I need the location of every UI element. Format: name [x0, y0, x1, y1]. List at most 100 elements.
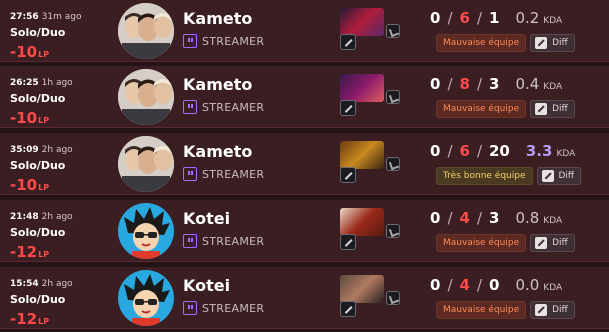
champion-icon[interactable] — [340, 275, 384, 303]
match-row[interactable]: 27:56 31m ago Solo/Duo -10LP Kameto STREA… — [0, 0, 609, 62]
avatar[interactable] — [118, 136, 174, 192]
queue-type: Solo/Duo — [10, 92, 66, 105]
team-rating-badge[interactable]: Mauvaise équipe — [436, 100, 527, 118]
lp-unit: LP — [38, 250, 50, 259]
match-time-ago: 2h ago — [41, 145, 73, 155]
player-info: Kameto STREAMER — [183, 142, 264, 181]
diff-button[interactable]: Diff — [530, 234, 575, 252]
deaths: 6 — [459, 142, 470, 160]
diff-label: Diff — [552, 104, 568, 114]
twitch-icon — [183, 34, 197, 48]
player-name[interactable]: Kameto — [183, 75, 264, 94]
streamer-badge[interactable]: STREAMER — [183, 301, 264, 315]
champion-block — [340, 141, 400, 187]
match-duration: 15:54 — [10, 279, 39, 289]
avatar[interactable] — [118, 69, 174, 125]
diff-button[interactable]: Diff — [530, 301, 575, 319]
queue-type: Solo/Duo — [10, 159, 66, 172]
diff-label: Diff — [552, 38, 568, 48]
kda-label: KDA — [543, 216, 563, 226]
avatar[interactable] — [118, 203, 174, 259]
avatar-illustration — [124, 207, 170, 259]
diff-icon — [535, 237, 548, 249]
kda-separator: / — [476, 209, 482, 227]
team-rating-badge[interactable]: Très bonne équipe — [436, 167, 533, 185]
match-row[interactable]: 21:48 2h ago Solo/Duo -12LP Kotei STREAME… — [0, 200, 609, 262]
kda-stats: 0 / 4 / 0 0.0 KDA — [430, 276, 600, 294]
match-row[interactable]: 35:09 2h ago Solo/Duo -10LP Kameto STREAM… — [0, 133, 609, 195]
lp-value: -12 — [10, 243, 38, 261]
diff-button[interactable]: Diff — [536, 167, 582, 185]
player-info: Kameto STREAMER — [183, 9, 264, 48]
deaths: 4 — [459, 276, 470, 294]
lp-change: -12LP — [10, 309, 110, 328]
lp-unit: LP — [38, 317, 50, 326]
streamer-label: STREAMER — [202, 301, 265, 315]
kda-separator: / — [447, 209, 453, 227]
kills: 0 — [430, 9, 441, 27]
match-duration: 21:48 — [10, 212, 39, 222]
team-rating-badge[interactable]: Mauvaise équipe — [436, 234, 527, 252]
streamer-badge[interactable]: STREAMER — [183, 234, 264, 248]
lp-value: -10 — [10, 176, 38, 194]
avatar[interactable] — [118, 3, 174, 59]
twitch-icon — [183, 100, 197, 114]
match-time-ago: 2h ago — [41, 279, 73, 289]
match-time-ago: 1h ago — [41, 78, 73, 88]
avatar[interactable] — [118, 270, 174, 326]
kda-separator: / — [447, 9, 453, 27]
kda-label: KDA — [556, 149, 576, 159]
queue-type: Solo/Duo — [10, 226, 66, 239]
kda-separator: / — [447, 75, 453, 93]
streamer-badge[interactable]: STREAMER — [183, 100, 264, 114]
match-tags: Mauvaise équipe Diff — [436, 301, 575, 319]
team-rating-badge[interactable]: Mauvaise équipe — [436, 34, 527, 52]
match-meta: 27:56 31m ago Solo/Duo -10LP — [10, 4, 110, 61]
match-time-ago: 31m ago — [41, 12, 82, 22]
player-info: Kameto STREAMER — [183, 75, 264, 114]
team-rating-badge[interactable]: Mauvaise équipe — [436, 301, 527, 319]
avatar-photo — [118, 136, 174, 192]
diff-icon — [535, 103, 548, 115]
champion-icon[interactable] — [340, 141, 384, 169]
kills: 0 — [430, 276, 441, 294]
streamer-badge[interactable]: STREAMER — [183, 34, 264, 48]
champion-icon[interactable] — [340, 74, 384, 102]
assists: 3 — [489, 75, 500, 93]
champion-block — [340, 8, 400, 54]
avatar-photo — [118, 69, 174, 125]
match-row[interactable]: 15:54 2h ago Solo/Duo -12LP Kotei STREAME… — [0, 267, 609, 329]
kda-ratio: 0.2 — [515, 9, 540, 27]
kills: 0 — [430, 142, 441, 160]
player-name[interactable]: Kotei — [183, 209, 264, 228]
kda-separator: / — [476, 142, 482, 160]
twitch-icon — [183, 167, 197, 181]
kda-ratio: 0.0 — [515, 276, 540, 294]
lp-unit: LP — [38, 183, 50, 192]
avatar-illustration — [124, 274, 170, 326]
kda-label: KDA — [543, 283, 563, 293]
player-name[interactable]: Kameto — [183, 142, 264, 161]
champion-icon[interactable] — [340, 208, 384, 236]
streamer-label: STREAMER — [202, 100, 265, 114]
match-meta: 35:09 2h ago Solo/Duo -10LP — [10, 137, 110, 194]
avatar-photo — [118, 3, 174, 59]
summoner-spell-icon — [340, 34, 356, 50]
lp-value: -10 — [10, 109, 38, 127]
player-name[interactable]: Kotei — [183, 276, 264, 295]
diff-label: Diff — [558, 171, 575, 181]
player-name[interactable]: Kameto — [183, 9, 264, 28]
kda-separator: / — [476, 75, 482, 93]
assists: 0 — [489, 276, 500, 294]
kda-label: KDA — [543, 16, 563, 26]
champion-block — [340, 275, 400, 321]
player-info: Kotei STREAMER — [183, 276, 264, 315]
diff-button[interactable]: Diff — [530, 100, 575, 118]
streamer-badge[interactable]: STREAMER — [183, 167, 264, 181]
twitch-icon — [183, 301, 197, 315]
match-row[interactable]: 26:25 1h ago Solo/Duo -10LP Kameto STREAM… — [0, 66, 609, 128]
diff-button[interactable]: Diff — [530, 34, 575, 52]
diff-icon — [535, 304, 548, 316]
champion-icon[interactable] — [340, 8, 384, 36]
streamer-label: STREAMER — [202, 167, 265, 181]
